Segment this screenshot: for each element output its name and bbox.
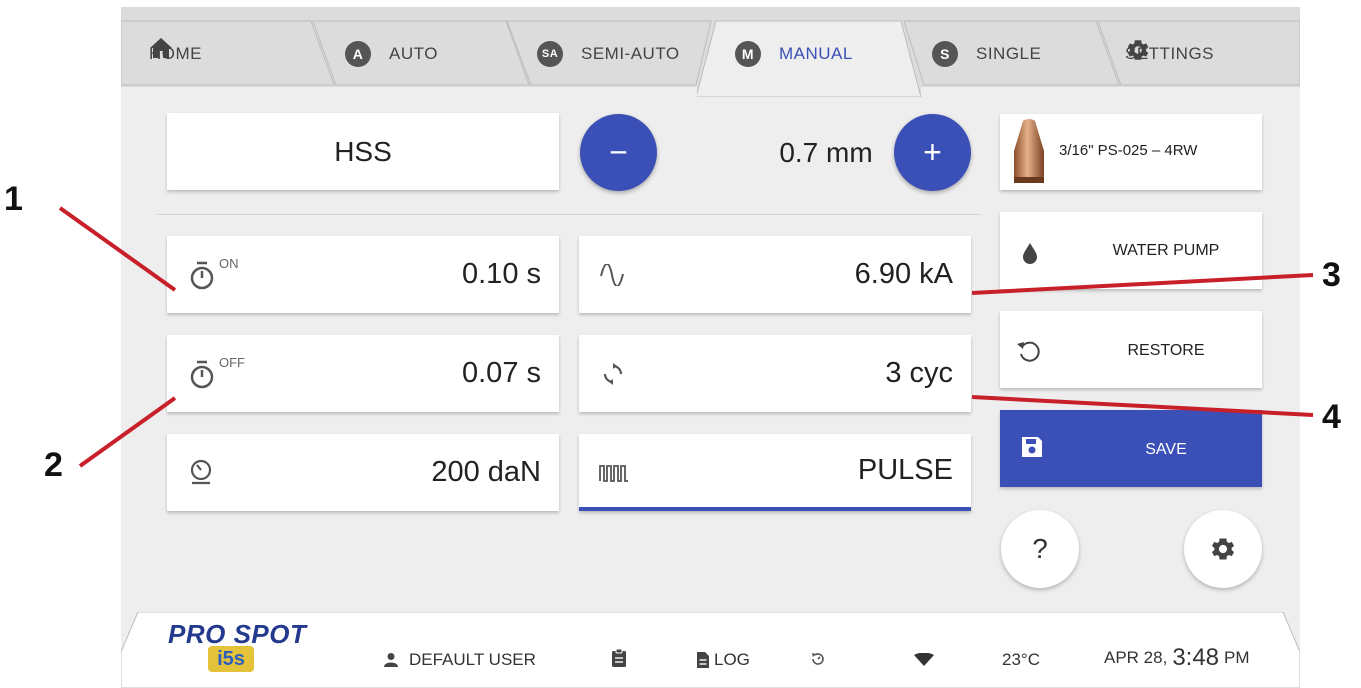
timer-icon: [190, 360, 214, 389]
log-button[interactable]: LOG: [696, 650, 750, 670]
help-button[interactable]: ?: [1001, 510, 1079, 588]
time-value: 3:48: [1172, 644, 1220, 671]
save-button[interactable]: SAVE: [1000, 410, 1262, 487]
tab-bar: HOME A AUTO SA SEMI-AUTO M MANUAL S SING…: [121, 7, 1300, 97]
wifi-icon[interactable]: [913, 653, 935, 667]
tab-semi-auto[interactable]: SA SEMI-AUTO: [537, 37, 680, 71]
tab-auto[interactable]: A AUTO: [345, 37, 438, 71]
weld-mode-card[interactable]: PULSE: [579, 434, 971, 511]
pressure-gauge-icon: [190, 459, 212, 485]
semi-auto-badge-icon: SA: [537, 41, 563, 67]
user-name: DEFAULT USER: [409, 650, 536, 669]
brand-name: PRO SPOT: [168, 619, 307, 649]
force-value: 200 daN: [431, 456, 541, 488]
plus-icon: +: [923, 134, 942, 170]
time-off-label: OFF: [219, 355, 245, 370]
callout-3: 3: [1322, 256, 1341, 294]
clipboard-icon[interactable]: [611, 648, 627, 668]
increase-thickness-button[interactable]: +: [894, 114, 971, 191]
electrode-label: 3/16" PS-025 – 4RW: [1059, 142, 1198, 159]
restore-button[interactable]: RESTORE: [1000, 311, 1262, 388]
pro-spot-logo: PRO SPOT i5s: [168, 619, 307, 672]
cycles-card[interactable]: 3 cyc: [579, 335, 971, 412]
date-time: APR 28, 3:48 PM: [1104, 644, 1250, 672]
temperature-value: 23°C: [1002, 650, 1040, 669]
tab-single[interactable]: S SINGLE: [932, 37, 1041, 71]
sine-wave-icon: [600, 264, 624, 286]
temperature-reading: 23°C: [1002, 650, 1040, 670]
tab-bar-shapes: [121, 7, 1300, 97]
time-on-label: ON: [219, 256, 239, 271]
weld-time-on-card[interactable]: ON 0.10 s: [167, 236, 559, 313]
material-value: HSS: [334, 135, 392, 167]
tab-auto-label: AUTO: [389, 44, 438, 63]
current-card[interactable]: 6.90 kA: [579, 236, 971, 313]
callout-2: 2: [44, 446, 63, 484]
time-on-value: 0.10 s: [462, 258, 541, 290]
minus-icon: −: [609, 134, 628, 170]
electrode-selector[interactable]: 3/16" PS-025 – 4RW: [1000, 114, 1262, 190]
machine-screen: HOME A AUTO SA SEMI-AUTO M MANUAL S SING…: [121, 7, 1300, 688]
date-value: APR 28,: [1104, 648, 1168, 667]
restore-icon: [1017, 341, 1040, 362]
document-icon: [697, 652, 709, 668]
force-card[interactable]: 200 daN: [167, 434, 559, 511]
tab-settings[interactable]: SETTINGS: [1125, 37, 1214, 71]
electrode-tip-image: [1014, 119, 1044, 183]
callout-1: 1: [4, 180, 23, 218]
help-icon: ?: [1032, 533, 1048, 564]
save-icon: [1022, 437, 1042, 457]
manual-badge-icon: M: [735, 41, 761, 67]
cycle-icon: [603, 363, 623, 385]
water-pump-button[interactable]: WATER PUMP: [1000, 212, 1262, 289]
tab-manual[interactable]: M MANUAL: [735, 37, 853, 71]
user-indicator[interactable]: DEFAULT USER: [383, 650, 536, 670]
save-label: SAVE: [1145, 441, 1187, 458]
water-pump-label: WATER PUMP: [1112, 242, 1220, 259]
home-icon: [150, 38, 172, 58]
pulse-icon: [599, 465, 628, 482]
weld-time-off-card[interactable]: OFF 0.07 s: [167, 335, 559, 412]
divider: [157, 214, 981, 215]
history-icon[interactable]: [810, 651, 826, 667]
ampm-value: PM: [1224, 648, 1250, 667]
single-badge-icon: S: [932, 41, 958, 67]
quick-settings-button[interactable]: [1184, 510, 1262, 588]
decrease-thickness-button[interactable]: −: [580, 114, 657, 191]
log-label: LOG: [714, 650, 750, 669]
gear-icon: [1127, 40, 1149, 60]
model-badge: i5s: [208, 646, 254, 672]
weld-mode-value: PULSE: [857, 454, 953, 486]
tab-single-label: SINGLE: [976, 44, 1042, 63]
tab-semi-auto-label: SEMI-AUTO: [581, 44, 680, 63]
user-icon: [384, 653, 398, 667]
current-value: 6.90 kA: [854, 258, 953, 290]
cycles-value: 3 cyc: [885, 357, 953, 389]
tab-manual-label: MANUAL: [779, 44, 853, 63]
callout-4: 4: [1322, 398, 1341, 436]
timer-icon: [190, 261, 214, 290]
gear-icon: [1211, 538, 1235, 560]
auto-badge-icon: A: [345, 41, 371, 67]
restore-label: RESTORE: [1127, 342, 1205, 359]
status-bar: PRO SPOT i5s DEFAULT USER LOG 23°C APR 2…: [121, 612, 1300, 688]
tab-home[interactable]: HOME: [149, 37, 202, 71]
water-drop-icon: [1023, 243, 1037, 264]
time-off-value: 0.07 s: [462, 357, 541, 389]
material-selector[interactable]: HSS: [167, 113, 559, 190]
